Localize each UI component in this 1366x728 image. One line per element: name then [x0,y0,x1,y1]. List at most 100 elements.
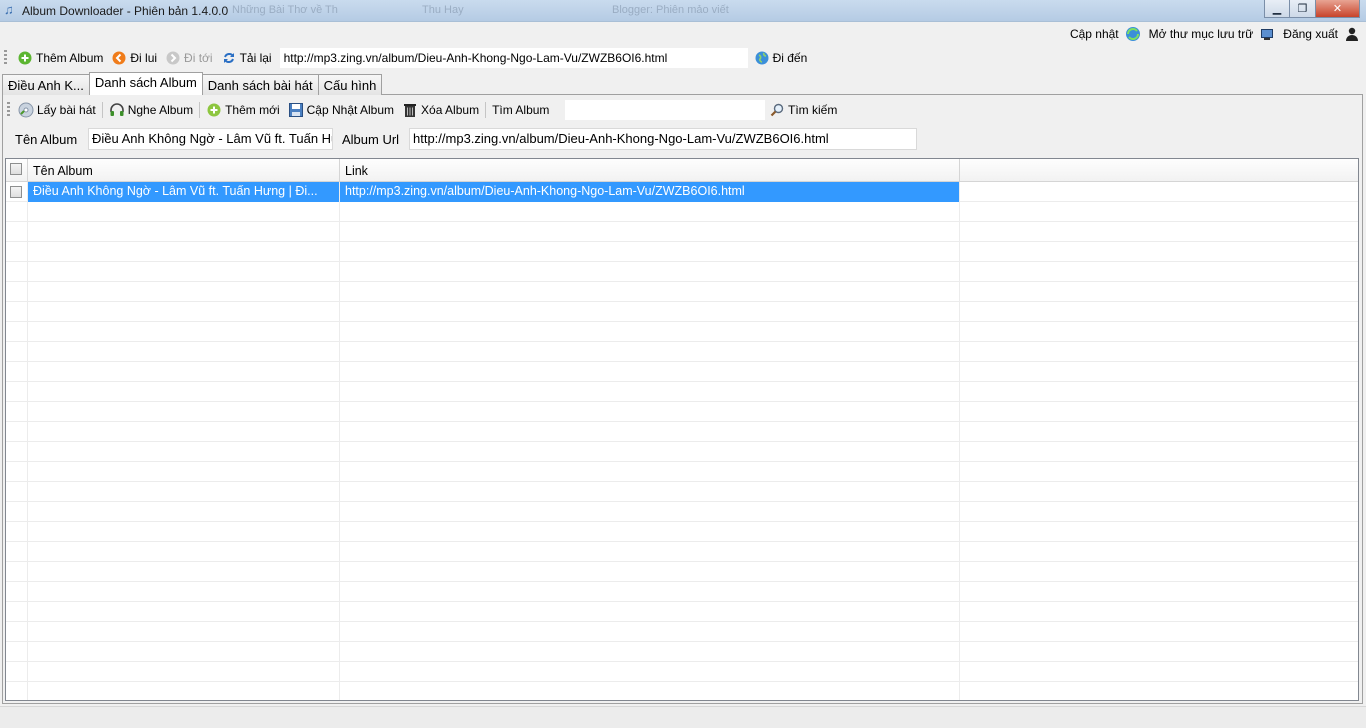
empty-row [6,462,1358,482]
empty-cell [340,542,960,562]
album-url-label: Album Url [342,132,400,147]
search-button[interactable]: Tìm kiếm [765,99,841,121]
empty-cell [960,262,1358,282]
empty-row [6,302,1358,322]
globe-icon [754,50,770,66]
empty-cell [340,322,960,342]
toolbar-grip[interactable] [4,50,7,66]
empty-cell [6,582,28,602]
select-all-checkbox[interactable] [10,163,22,175]
empty-row [6,402,1358,422]
add-album-button[interactable]: Thêm Album [13,47,107,69]
listen-album-button[interactable]: Nghe Album [105,99,197,121]
close-button[interactable]: ✕ [1316,0,1360,18]
empty-cell [960,642,1358,662]
album-name-cell[interactable]: Điều Anh Không Ngờ - Lâm Vũ ft. Tuấn Hưn… [28,182,340,202]
empty-cell [28,402,340,422]
add-new-label: Thêm mới [225,103,280,117]
column-header-album-name[interactable]: Tên Album [28,159,340,182]
empty-cell [340,202,960,222]
empty-cell [960,522,1358,542]
empty-cell [960,442,1358,462]
tab-song-list[interactable]: Danh sách bài hát [201,74,319,95]
toolbar-grip[interactable] [7,102,10,118]
row-checkbox[interactable] [10,186,22,198]
empty-cell [28,622,340,642]
forward-label: Đi tới [184,51,213,65]
reload-button[interactable]: Tải lại [217,47,276,69]
empty-cell [960,282,1358,302]
empty-cell [960,382,1358,402]
status-bar [0,706,1366,728]
empty-row [6,242,1358,262]
empty-cell [960,622,1358,642]
empty-cell [960,202,1358,222]
empty-cell [28,242,340,262]
empty-cell [6,642,28,662]
empty-row [6,342,1358,362]
empty-cell [960,542,1358,562]
empty-row [6,322,1358,342]
empty-row [6,382,1358,402]
empty-cell [6,302,28,322]
empty-row [6,362,1358,382]
globe-refresh-icon [1125,26,1141,42]
table-row[interactable]: Điều Anh Không Ngờ - Lâm Vũ ft. Tuấn Hưn… [6,182,1358,202]
empty-cell [340,382,960,402]
empty-cell [960,222,1358,242]
navigation-toolbar: Thêm Album Đi lui Đi tới Tải lại http://… [0,46,1366,70]
album-toolbar: Lấy bài hát Nghe Album Thêm mới Cập Nhật… [4,98,553,122]
empty-cell [6,362,28,382]
empty-row [6,222,1358,242]
minimize-button[interactable]: ▁ [1264,0,1290,18]
trash-icon [402,102,418,118]
update-album-button[interactable]: Cập Nhật Album [284,99,398,121]
get-songs-button[interactable]: Lấy bài hát [14,99,100,121]
album-url-input[interactable]: http://mp3.zing.vn/album/Dieu-Anh-Khong-… [409,128,917,150]
tab-album-detail[interactable]: Điều Anh K... [2,74,90,95]
open-folder-menu-item[interactable]: Mở thư mục lưu trữ [1149,26,1276,42]
find-album-button[interactable]: Tìm Album [488,99,553,121]
folder-monitor-icon [1259,26,1275,42]
empty-cell [6,542,28,562]
empty-cell [6,682,28,700]
back-button[interactable]: Đi lui [107,47,161,69]
tab-settings[interactable]: Cấu hình [317,74,383,95]
title-bar: ♫ Album Downloader - Phiên bản 1.4.0.0 N… [0,0,1366,22]
logout-menu-item[interactable]: Đăng xuất [1283,26,1360,42]
empty-cell [6,482,28,502]
update-menu-item[interactable]: Cập nhật [1070,26,1141,42]
empty-row [6,482,1358,502]
tab-album-list[interactable]: Danh sách Album [88,72,203,95]
empty-row [6,662,1358,682]
album-name-input[interactable]: Điều Anh Không Ngờ - Lâm Vũ ft. Tuấn Hư [88,128,333,150]
grid-rows: Điều Anh Không Ngờ - Lâm Vũ ft. Tuấn Hưn… [6,182,1358,700]
empty-cell [6,622,28,642]
forward-button[interactable]: Đi tới [161,47,217,69]
empty-row [6,202,1358,222]
empty-cell [340,682,960,700]
empty-row [6,422,1358,442]
search-input[interactable] [565,100,765,120]
album-link-cell[interactable]: http://mp3.zing.vn/album/Dieu-Anh-Khong-… [340,182,960,202]
delete-album-button[interactable]: Xóa Album [398,99,483,121]
column-header-link[interactable]: Link [340,159,960,182]
empty-cell [340,262,960,282]
grid-header: Tên Album Link [6,159,1358,182]
empty-cell [960,322,1358,342]
tab-strip: Điều Anh K... Danh sách Album Danh sách … [2,72,383,95]
empty-cell [960,362,1358,382]
url-input[interactable]: http://mp3.zing.vn/album/Dieu-Anh-Khong-… [279,48,748,68]
orange-back-icon [111,50,127,66]
empty-cell [960,462,1358,482]
empty-cell [6,322,28,342]
go-button[interactable]: Đi đến [750,47,812,69]
empty-cell [6,382,28,402]
magnifier-icon [769,102,785,118]
empty-cell [28,582,340,602]
add-new-button[interactable]: Thêm mới [202,99,284,121]
empty-cell [960,662,1358,682]
empty-cell [28,362,340,382]
maximize-button[interactable]: ❐ [1290,0,1316,18]
empty-cell [6,662,28,682]
